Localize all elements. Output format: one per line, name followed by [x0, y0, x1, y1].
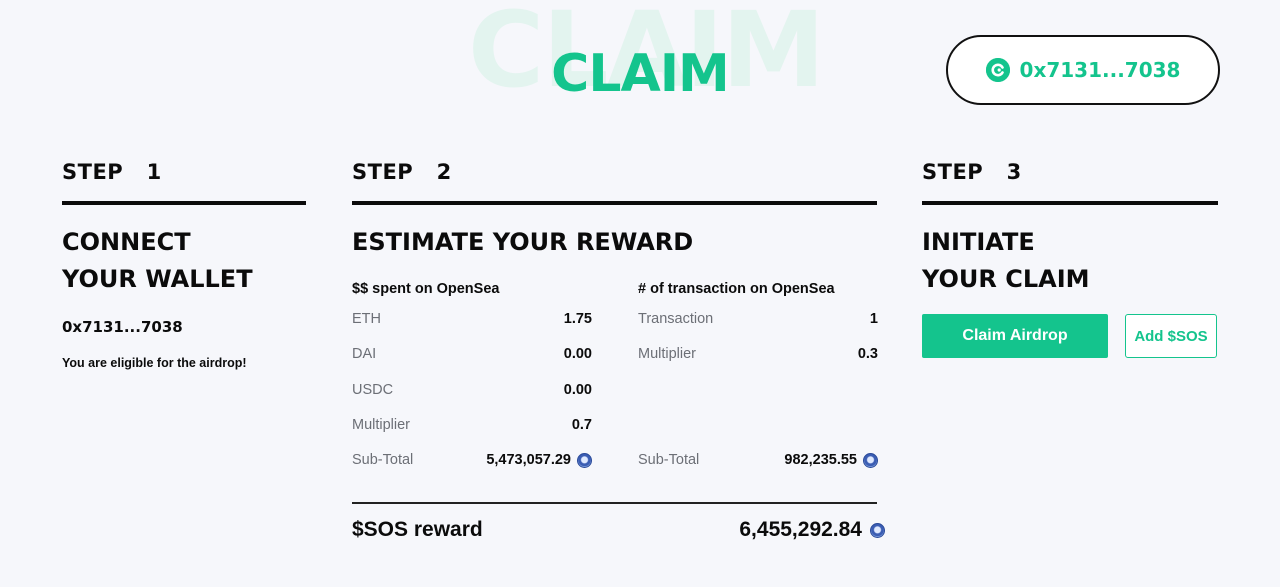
row-value: 0.3: [857, 346, 878, 363]
add-sos-token-button[interactable]: Add $SOS: [1125, 314, 1217, 358]
step-3-section: STEP 3 INITIATE YOUR CLAIM Claim Airdrop…: [922, 158, 1218, 358]
row-value: 5,473,057.29: [486, 443, 592, 478]
step-2-divider: [352, 201, 877, 205]
step-3-heading-line2: YOUR CLAIM: [922, 265, 1090, 293]
step-2-section: STEP 2 ESTIMATE YOUR REWARD $$ spent on …: [352, 158, 885, 541]
step-2-label: STEP 2: [352, 160, 452, 184]
tx-row-multiplier: Multiplier 0.3: [638, 337, 878, 372]
tx-row-spacer: [638, 373, 878, 408]
claim-airdrop-button[interactable]: Claim Airdrop: [922, 314, 1108, 358]
step-1-heading-line1: CONNECT: [62, 228, 191, 256]
wallet-address-button[interactable]: 0x7131...7038: [946, 35, 1220, 105]
step-2-heading: ESTIMATE YOUR REWARD: [352, 228, 694, 256]
reward-total-row: $SOS reward 6,455,292.84: [352, 512, 885, 548]
row-label: Transaction: [638, 311, 714, 327]
row-value: 0.7: [571, 416, 592, 433]
spent-row-dai: DAI 0.00: [352, 337, 592, 372]
reward-value: 6,455,292.84: [739, 518, 885, 542]
sos-token-icon: [863, 453, 878, 469]
transactions-header: # of transaction on OpenSea: [638, 281, 835, 297]
sos-token-icon: [870, 522, 885, 538]
transactions-column: # of transaction on OpenSea Transaction …: [638, 276, 878, 478]
spent-row-multiplier: Multiplier 0.7: [352, 408, 592, 443]
row-label: USDC: [352, 381, 394, 398]
page-title: CLAIM: [551, 44, 730, 104]
row-value: 1.75: [563, 311, 592, 327]
row-label: Sub-Total: [352, 452, 414, 469]
row-label: ETH: [352, 311, 381, 327]
row-label: Sub-Total: [638, 452, 700, 469]
sos-token-icon: [577, 453, 592, 469]
step-1-heading: CONNECT YOUR WALLET: [62, 224, 306, 298]
tx-row-subtotal: Sub-Total 982,235.55: [638, 443, 878, 478]
subtotal-amount: 5,473,057.29: [486, 452, 571, 469]
row-label: Multiplier: [638, 346, 697, 363]
spent-row-subtotal: Sub-Total 5,473,057.29: [352, 443, 592, 478]
step-1-heading-line2: YOUR WALLET: [62, 265, 253, 293]
spent-column: $$ spent on OpenSea ETH 1.75 DAI 0.00 US…: [352, 276, 592, 478]
row-value: 0.00: [563, 381, 592, 398]
step-1-divider: [62, 201, 306, 205]
step-3-divider: [922, 201, 1218, 205]
total-divider: [352, 502, 877, 504]
step-3-heading: INITIATE YOUR CLAIM: [922, 224, 1218, 298]
spent-header: $$ spent on OpenSea: [352, 281, 500, 297]
row-value: 0.00: [563, 346, 592, 363]
reward-label: $SOS reward: [352, 518, 483, 541]
tx-row-transaction: Transaction 1: [638, 302, 878, 337]
tx-row-spacer: [638, 408, 878, 443]
step-1-section: STEP 1 CONNECT YOUR WALLET 0x7131...7038…: [62, 158, 306, 370]
spent-row-usdc: USDC 0.00: [352, 373, 592, 408]
row-value: 982,235.55: [784, 443, 878, 478]
row-label: DAI: [352, 346, 377, 363]
step-3-heading-line1: INITIATE: [922, 228, 1035, 256]
step-1-label: STEP 1: [62, 160, 162, 184]
connected-wallet-address: 0x7131...7038: [62, 318, 183, 336]
wallet-icon: [985, 58, 1010, 82]
row-label: Multiplier: [352, 416, 411, 433]
step-3-label: STEP 3: [922, 160, 1022, 184]
eligibility-message: You are eligible for the airdrop!: [62, 356, 247, 370]
row-value: 1: [869, 311, 878, 327]
wallet-address-text: 0x7131...7038: [1019, 58, 1181, 82]
reward-amount: 6,455,292.84: [739, 518, 862, 541]
spent-row-eth: ETH 1.75: [352, 302, 592, 337]
subtotal-amount: 982,235.55: [784, 452, 857, 469]
